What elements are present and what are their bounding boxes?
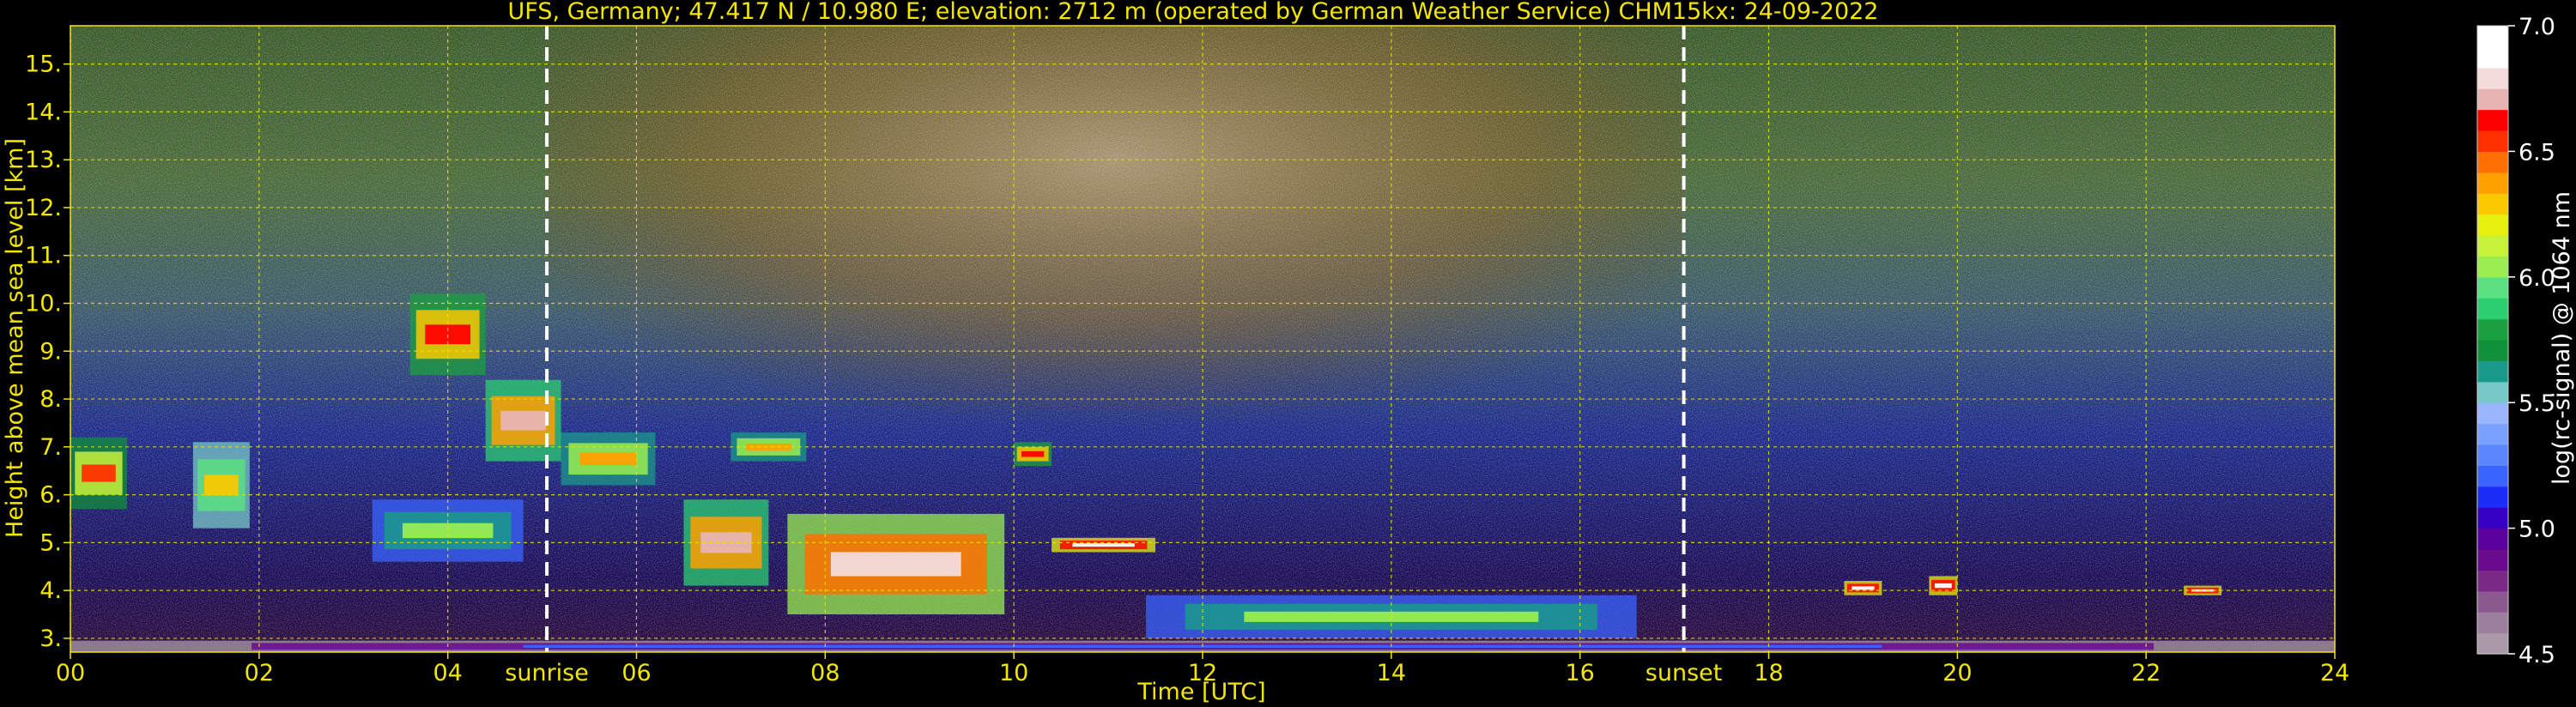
- x-tick-label: 16: [1565, 660, 1594, 686]
- colorbar-swatch: [2477, 276, 2508, 299]
- signal-feature-peak: [579, 452, 637, 466]
- colorbar-swatch: [2477, 549, 2508, 571]
- annotation-label: sunrise: [505, 660, 589, 686]
- signal-feature-peak: [500, 410, 546, 431]
- y-tick-label: 8.: [39, 386, 62, 413]
- y-tick-label: 11.: [25, 243, 62, 269]
- x-tick-label: 06: [621, 660, 651, 686]
- colorbar-tick-label: 7.0: [2518, 14, 2555, 40]
- annotation-labels: sunrise sunset: [505, 660, 1722, 686]
- x-tick-label: 00: [56, 660, 85, 686]
- colorbar-swatch: [2477, 298, 2508, 320]
- y-tick-label: 15.: [25, 51, 62, 78]
- x-tick-label: 20: [1943, 660, 1972, 686]
- colorbar-swatch: [2477, 256, 2508, 278]
- signal-feature-peak: [1852, 586, 1875, 590]
- signal-feature-peak: [425, 324, 471, 345]
- colorbar-swatch: [2477, 360, 2508, 383]
- x-tick-label: 02: [245, 660, 274, 686]
- x-tick-label: 24: [2320, 660, 2349, 686]
- signal-feature-peak: [1072, 543, 1135, 547]
- colorbar-swatch: [2477, 570, 2508, 592]
- y-tick-label: 4.: [39, 577, 62, 604]
- colorbar-swatch: [2477, 193, 2508, 215]
- x-tick-label: 10: [999, 660, 1028, 686]
- signal-feature-peak: [204, 474, 239, 496]
- colorbar-swatches: [2477, 26, 2508, 655]
- signal-feature-peak: [830, 552, 961, 577]
- colorbar-swatch: [2477, 444, 2508, 466]
- y-tick-label: 13.: [25, 147, 62, 173]
- colorbar-swatch: [2477, 486, 2508, 508]
- y-tick-label: 10.: [25, 291, 62, 317]
- x-tick-label: 04: [433, 660, 462, 686]
- y-tick-label: 7.: [39, 434, 62, 461]
- y-axis-label: Height above mean sea level [km]: [2, 138, 28, 538]
- y-tick-label: 9.: [39, 338, 62, 365]
- x-tick-label: 14: [1377, 660, 1406, 686]
- y-tick-label: 5.: [39, 529, 62, 556]
- colorbar-tick-label: 4.5: [2518, 642, 2555, 668]
- annotation-label: sunset: [1646, 660, 1723, 686]
- colorbar-tick-label: 6.5: [2518, 139, 2555, 166]
- y-tick-label: 14.: [25, 99, 62, 125]
- colorbar-swatch: [2477, 318, 2508, 341]
- ceilometer-chart: UFS, Germany; 47.417 N / 10.980 E; eleva…: [2, 0, 2575, 705]
- colorbar-swatch: [2477, 632, 2508, 655]
- colorbar-swatch: [2477, 507, 2508, 529]
- x-axis-label: Time [UTC]: [1136, 679, 1265, 705]
- x-tick-label: 18: [1754, 660, 1783, 686]
- signal-feature-peak: [1934, 583, 1952, 589]
- colorbar-swatch: [2477, 172, 2508, 194]
- colorbar-swatch: [2477, 340, 2508, 361]
- colorbar-swatch: [2477, 67, 2508, 89]
- colorbar-swatch: [2477, 151, 2508, 173]
- y-tick-label: 6.: [39, 482, 62, 509]
- colorbar-tick-label: 5.0: [2518, 517, 2555, 543]
- colorbar-swatch: [2477, 88, 2508, 111]
- x-tick-label: 08: [810, 660, 839, 686]
- y-axis-ticks: 3. 4. 5. 6. 7. 8. 9. 10. 11. 12. 13. 14. 15.: [25, 51, 70, 652]
- colorbar-swatch: [2477, 235, 2508, 257]
- colorbar-swatch: [2477, 130, 2508, 152]
- colorbar-swatch: [2477, 612, 2508, 634]
- colorbar-swatch: [2477, 423, 2508, 445]
- colorbar-swatch: [2477, 214, 2508, 236]
- colorbar-swatch: [2477, 46, 2508, 69]
- colorbar-swatch: [2477, 528, 2508, 550]
- x-tick-label: 22: [2131, 660, 2161, 686]
- colorbar-swatch: [2477, 590, 2508, 613]
- colorbar-label: log(rc-signal) @ 1064 nm: [2549, 191, 2575, 485]
- y-tick-label: 3.: [39, 625, 62, 652]
- colorbar-swatch: [2477, 465, 2508, 487]
- signal-feature-peak: [82, 464, 116, 482]
- colorbar: 4.55.05.56.06.57.0 log(rc-signal) @ 1064…: [2476, 14, 2575, 668]
- colorbar-swatch: [2477, 381, 2508, 403]
- colorbar-swatch: [2477, 26, 2508, 47]
- y-tick-label: 12.: [25, 195, 62, 221]
- colorbar-swatch: [2477, 109, 2508, 131]
- signal-feature-peak: [1021, 450, 1045, 457]
- colorbar-swatch: [2477, 402, 2508, 425]
- plot-area: [70, 25, 2336, 653]
- chart-title: UFS, Germany; 47.417 N / 10.980 E; eleva…: [508, 0, 1879, 25]
